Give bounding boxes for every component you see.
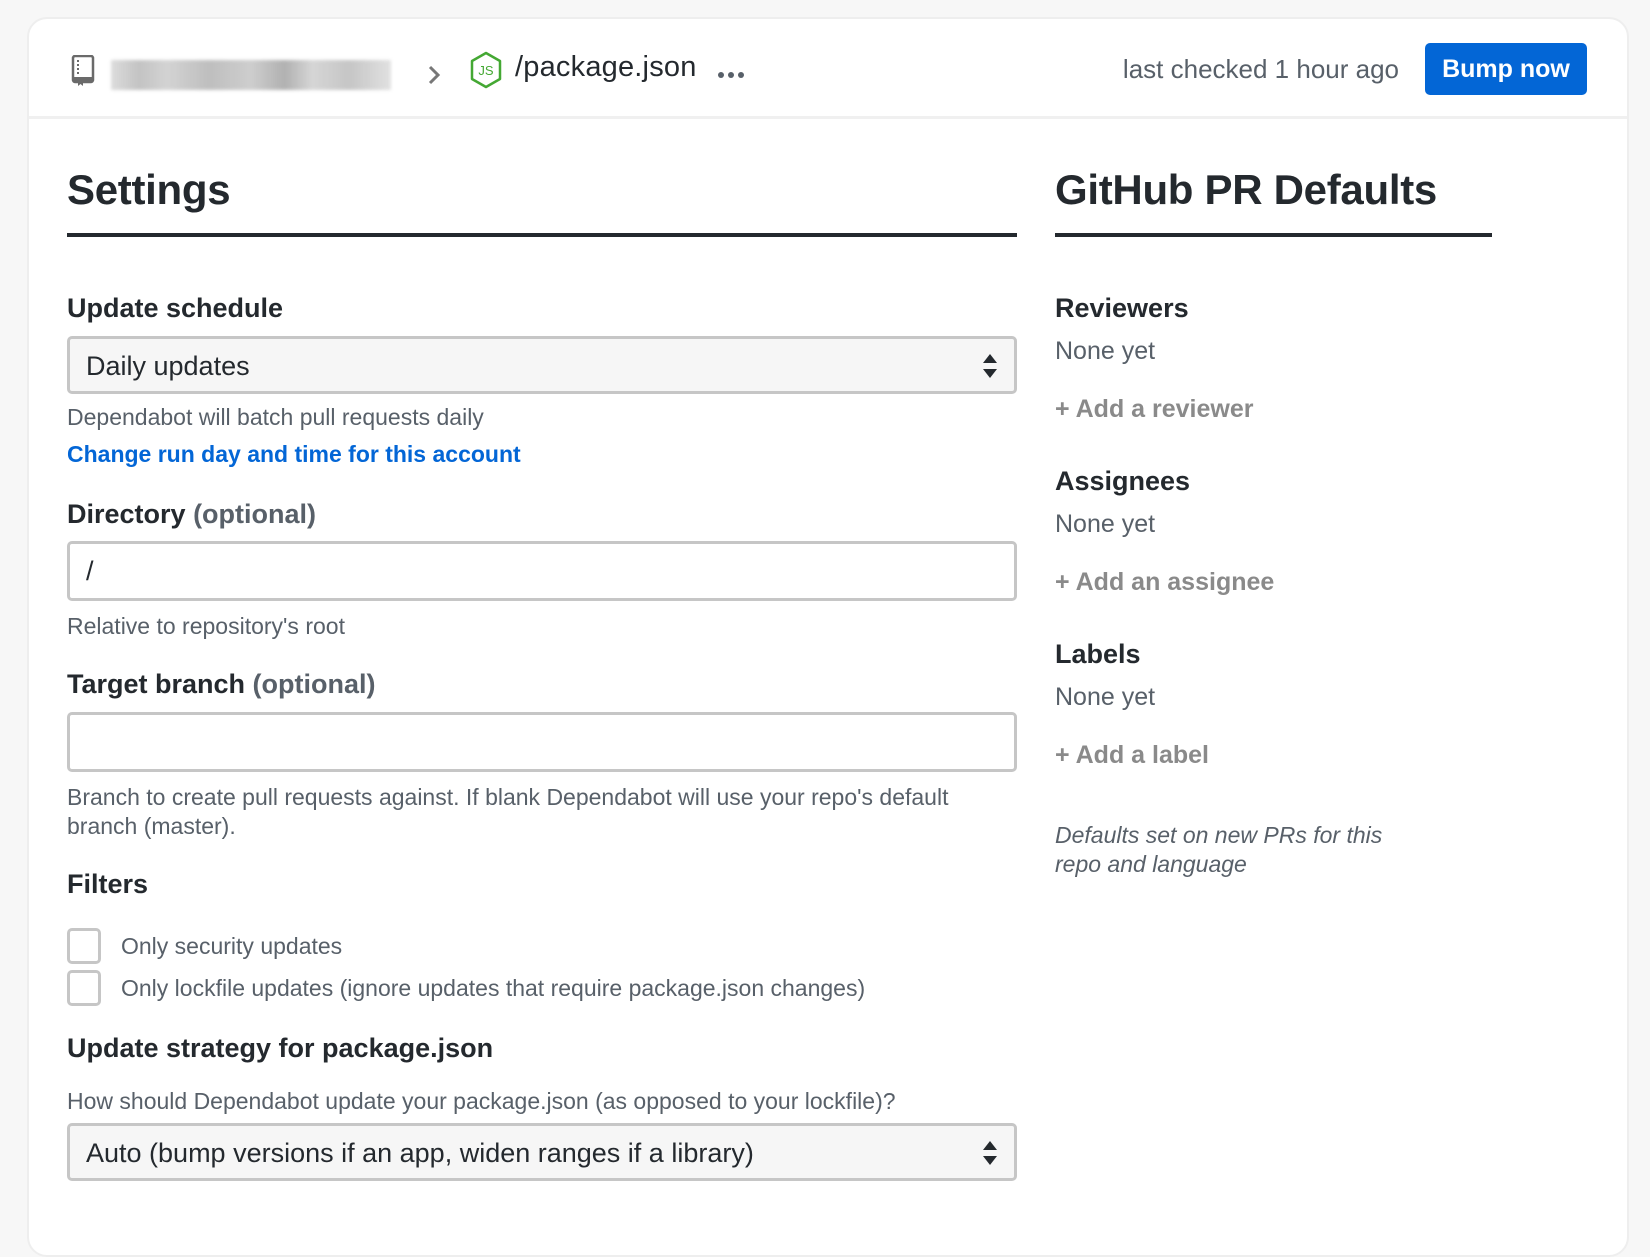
last-checked-status: last checked 1 hour ago xyxy=(1122,54,1399,84)
update-strategy-value: Auto (bump versions if an app, widen ran… xyxy=(86,1138,754,1168)
repo-book-icon xyxy=(71,55,95,86)
filter-option-label: Only security updates xyxy=(121,932,343,959)
filter-option[interactable]: Only security updates xyxy=(67,925,865,967)
reviewers-heading: Reviewers xyxy=(1055,293,1189,323)
kebab-horizontal-icon[interactable] xyxy=(717,71,745,79)
filters-list: Only security updates Only lockfile upda… xyxy=(67,925,865,1009)
update-strategy-note: How should Dependabot update your packag… xyxy=(67,1088,896,1114)
pr-defaults-note: Defaults set on new PRs for this repo an… xyxy=(1055,822,1383,877)
chevron-right-icon xyxy=(428,65,441,85)
target-branch-label-text: Target branch xyxy=(67,669,246,699)
settings-title: Settings xyxy=(67,169,1017,237)
change-run-day-link[interactable]: Change run day and time for this account xyxy=(67,441,521,468)
repo-name-redacted[interactable] xyxy=(111,60,391,90)
select-arrows-icon xyxy=(983,354,997,378)
lockfile-updates-checkbox[interactable] xyxy=(67,970,101,1006)
update-schedule-select[interactable]: Daily updates xyxy=(67,336,1017,394)
file-name: /package.json xyxy=(515,51,697,83)
directory-label-text: Directory xyxy=(67,499,186,529)
bump-now-button[interactable]: Bump now xyxy=(1425,43,1587,95)
update-schedule-value: Daily updates xyxy=(86,351,250,381)
filters-label: Filters xyxy=(67,869,149,899)
directory-note: Relative to repository's root xyxy=(67,613,345,639)
pr-defaults-section: GitHub PR Defaults Reviewers None yet + … xyxy=(1055,169,1492,877)
add-assignee-link[interactable]: + Add an assignee xyxy=(1055,568,1274,597)
update-strategy-label: Update strategy for package.json xyxy=(67,1033,494,1063)
target-branch-note: Branch to create pull requests against. … xyxy=(67,784,949,839)
settings-section: Settings Update schedule Daily updates D… xyxy=(67,169,1017,1181)
svg-text:JS: JS xyxy=(478,63,494,78)
target-branch-optional: (optional) xyxy=(252,669,376,699)
reviewers-value: None yet xyxy=(1055,337,1156,365)
update-schedule-label: Update schedule xyxy=(67,293,284,323)
target-branch-label: Target branch (optional) xyxy=(67,669,376,700)
select-arrows-icon xyxy=(983,1141,997,1165)
directory-label: Directory (optional) xyxy=(67,499,316,530)
assignees-heading: Assignees xyxy=(1055,466,1191,496)
filter-option[interactable]: Only lockfile updates (ignore updates th… xyxy=(67,967,865,1009)
security-updates-checkbox[interactable] xyxy=(67,928,101,964)
filter-option-label: Only lockfile updates (ignore updates th… xyxy=(121,974,866,1001)
assignees-value: None yet xyxy=(1055,510,1156,538)
add-reviewer-link[interactable]: + Add a reviewer xyxy=(1055,395,1253,424)
directory-optional: (optional) xyxy=(193,499,317,529)
directory-input[interactable] xyxy=(67,541,1017,601)
add-label-link[interactable]: + Add a label xyxy=(1055,741,1209,770)
page-header: JS /package.json last checked 1 hour ago… xyxy=(29,19,1627,119)
update-strategy-select[interactable]: Auto (bump versions if an app, widen ran… xyxy=(67,1123,1017,1181)
main-card: JS /package.json last checked 1 hour ago… xyxy=(27,17,1629,1257)
nodejs-icon: JS xyxy=(470,51,502,89)
target-branch-input[interactable] xyxy=(67,712,1017,772)
pr-defaults-title: GitHub PR Defaults xyxy=(1055,169,1492,237)
update-schedule-note: Dependabot will batch pull requests dail… xyxy=(67,404,484,430)
labels-value: None yet xyxy=(1055,683,1156,711)
labels-heading: Labels xyxy=(1055,639,1141,669)
